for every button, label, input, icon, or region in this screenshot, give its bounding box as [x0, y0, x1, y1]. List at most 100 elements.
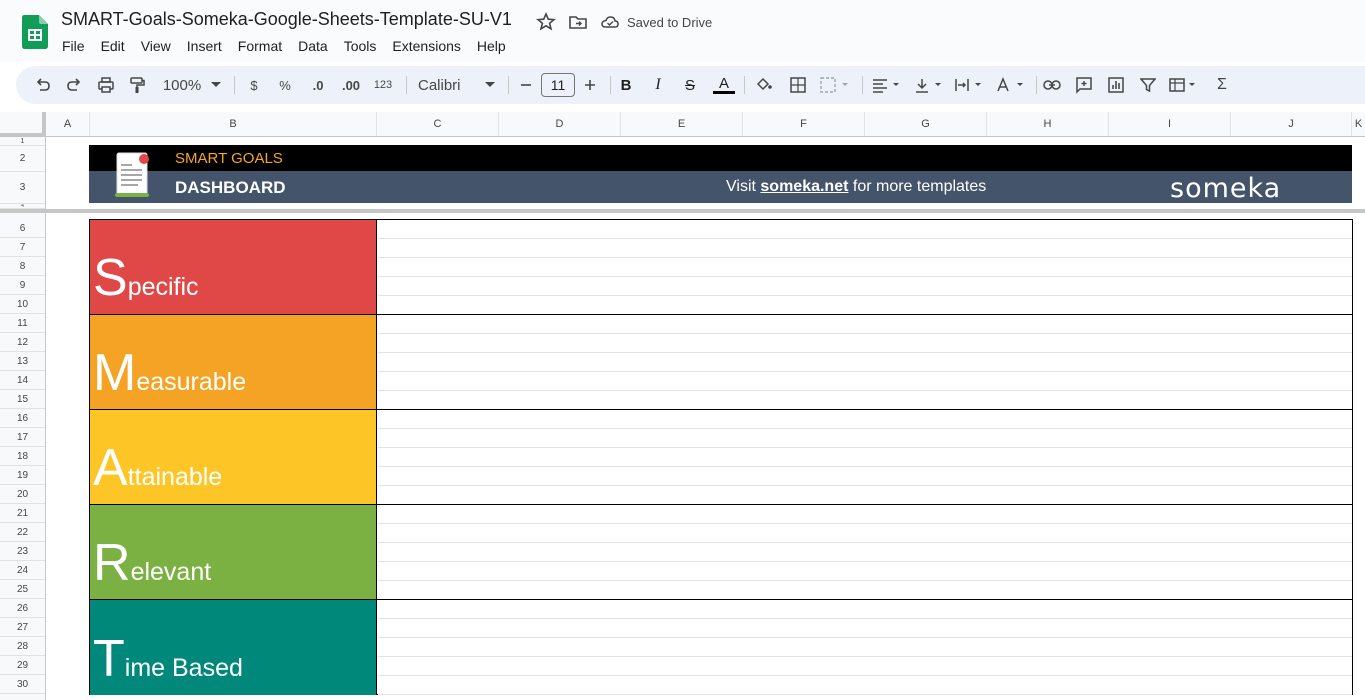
- row-header[interactable]: 25: [0, 580, 45, 599]
- column-header-h[interactable]: H: [987, 112, 1109, 136]
- menu-edit[interactable]: Edit: [101, 37, 125, 55]
- row-header[interactable]: 6: [0, 219, 45, 238]
- row-header[interactable]: 1: [0, 137, 45, 146]
- row-header[interactable]: 9: [0, 276, 45, 295]
- row-header[interactable]: 12: [0, 333, 45, 352]
- row-header[interactable]: 30: [0, 675, 45, 694]
- smart-label-cell[interactable]: Attainable: [90, 410, 377, 504]
- row-header[interactable]: 27: [0, 618, 45, 637]
- smart-label-cell[interactable]: Relevant: [90, 505, 377, 599]
- row-header[interactable]: 7: [0, 238, 45, 257]
- decrease-decimal-button[interactable]: .0: [306, 75, 330, 95]
- row-header[interactable]: 22: [0, 523, 45, 542]
- print-icon[interactable]: [96, 75, 116, 95]
- row-header[interactable]: 11: [0, 314, 45, 333]
- smart-input-area[interactable]: [378, 410, 1352, 504]
- insert-chart-icon[interactable]: [1106, 75, 1126, 95]
- smart-input-area[interactable]: [378, 220, 1352, 314]
- row-header[interactable]: 13: [0, 352, 45, 371]
- text-wrapping-icon[interactable]: [952, 75, 986, 95]
- zoom-select[interactable]: 100%: [162, 75, 202, 95]
- smart-input-area[interactable]: [378, 505, 1352, 599]
- italic-icon[interactable]: I: [650, 75, 666, 95]
- row-header[interactable]: 20: [0, 485, 45, 504]
- column-header-c[interactable]: C: [377, 112, 499, 136]
- row-header[interactable]: 8: [0, 257, 45, 276]
- select-all-corner[interactable]: [0, 112, 46, 137]
- column-header-b[interactable]: B: [90, 112, 377, 136]
- menu-help[interactable]: Help: [477, 37, 506, 55]
- someka-link[interactable]: someka.net: [760, 178, 848, 195]
- undo-icon[interactable]: [33, 75, 53, 95]
- row-header[interactable]: 24: [0, 561, 45, 580]
- google-sheets-logo-icon[interactable]: [22, 15, 48, 49]
- merge-cells-icon[interactable]: [820, 75, 850, 95]
- insert-link-icon[interactable]: [1042, 75, 1062, 95]
- text-rotation-icon[interactable]: [994, 75, 1028, 95]
- move-folder-icon[interactable]: [568, 12, 588, 32]
- font-family-select[interactable]: Calibri: [418, 75, 476, 95]
- frozen-rows-divider[interactable]: [0, 209, 1365, 213]
- row-header[interactable]: 29: [0, 656, 45, 675]
- strikethrough-icon[interactable]: S: [682, 75, 698, 95]
- number-format-button[interactable]: 123: [371, 75, 395, 95]
- row-header[interactable]: 23: [0, 542, 45, 561]
- percent-format-button[interactable]: %: [277, 75, 293, 95]
- redo-icon[interactable]: [64, 75, 84, 95]
- filter-views-icon[interactable]: [1168, 75, 1202, 95]
- row-header[interactable]: 26: [0, 599, 45, 618]
- fill-color-icon[interactable]: [754, 75, 774, 95]
- row-header[interactable]: 19: [0, 466, 45, 485]
- smart-label-cell[interactable]: Time Based: [90, 600, 377, 695]
- chevron-down-icon[interactable]: [484, 75, 496, 95]
- row-header[interactable]: 3: [0, 172, 45, 204]
- row-header[interactable]: 10: [0, 295, 45, 314]
- menu-file[interactable]: File: [62, 37, 85, 55]
- borders-icon[interactable]: [788, 75, 808, 95]
- filter-icon[interactable]: [1138, 75, 1158, 95]
- someka-logo[interactable]: someka: [1170, 173, 1281, 204]
- row-header[interactable]: 21: [0, 504, 45, 523]
- cloud-saved-icon[interactable]: [600, 12, 620, 32]
- row-header[interactable]: 28: [0, 637, 45, 656]
- insert-comment-icon[interactable]: [1074, 75, 1094, 95]
- chevron-down-icon[interactable]: [210, 75, 222, 95]
- column-header-f[interactable]: F: [743, 112, 865, 136]
- paint-format-icon[interactable]: [127, 75, 147, 95]
- horizontal-align-icon[interactable]: [870, 75, 904, 95]
- bold-icon[interactable]: B: [618, 75, 634, 95]
- decrease-font-size-icon[interactable]: [518, 75, 534, 95]
- menu-insert[interactable]: Insert: [187, 37, 222, 55]
- increase-font-size-icon[interactable]: [582, 75, 598, 95]
- functions-icon[interactable]: Σ: [1212, 75, 1232, 95]
- row-header[interactable]: 17: [0, 428, 45, 447]
- column-header-i[interactable]: I: [1109, 112, 1231, 136]
- menu-view[interactable]: View: [141, 37, 171, 55]
- vertical-align-icon[interactable]: [912, 75, 946, 95]
- smart-input-area[interactable]: [378, 315, 1352, 409]
- document-title[interactable]: SMART-Goals-Someka-Google-Sheets-Templat…: [61, 9, 512, 30]
- font-size-input[interactable]: 11: [541, 73, 575, 97]
- row-header[interactable]: 14: [0, 371, 45, 390]
- menu-extensions[interactable]: Extensions: [392, 37, 460, 55]
- star-icon[interactable]: [536, 12, 556, 32]
- column-header-g[interactable]: G: [865, 112, 987, 136]
- row-header[interactable]: 18: [0, 447, 45, 466]
- text-color-icon[interactable]: A: [712, 75, 736, 95]
- increase-decimal-button[interactable]: .00: [339, 75, 363, 95]
- smart-input-area[interactable]: [378, 600, 1352, 695]
- menu-format[interactable]: Format: [238, 37, 282, 55]
- menu-tools[interactable]: Tools: [344, 37, 377, 55]
- row-header[interactable]: 2: [0, 146, 45, 172]
- currency-format-button[interactable]: $: [246, 75, 262, 95]
- column-header-e[interactable]: E: [621, 112, 743, 136]
- row-header[interactable]: 16: [0, 409, 45, 428]
- smart-label-cell[interactable]: Specific: [90, 220, 377, 314]
- column-header-d[interactable]: D: [499, 112, 621, 136]
- smart-label-cell[interactable]: Measurable: [90, 315, 377, 409]
- column-header-a[interactable]: A: [46, 112, 90, 136]
- column-header-k[interactable]: K: [1352, 112, 1365, 136]
- row-header[interactable]: 15: [0, 390, 45, 409]
- column-header-j[interactable]: J: [1231, 112, 1352, 136]
- menu-data[interactable]: Data: [298, 37, 328, 55]
